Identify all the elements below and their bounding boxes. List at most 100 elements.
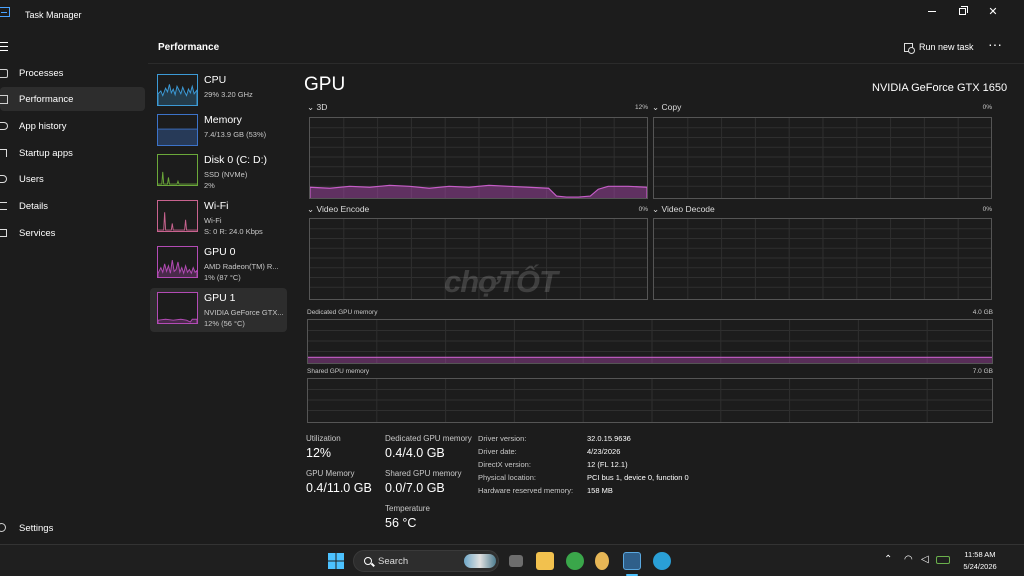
engine-label: Video Encode — [316, 204, 370, 214]
dedicated-memory-graph — [307, 319, 993, 364]
battery-icon[interactable] — [936, 556, 950, 564]
more-options-button[interactable]: ··· — [988, 36, 1002, 52]
physical-location-label: Physical location: — [478, 473, 536, 482]
sidebar-item-label: Details — [19, 200, 49, 212]
chevron-down-icon: ⌄ — [307, 102, 315, 112]
device-gpu-0[interactable]: GPU 0 AMD Radeon(TM) R... 1% (87 °C) — [150, 242, 287, 286]
device-detail: AMD Radeon(TM) R... — [204, 262, 279, 271]
sidebar-item-label: Processes — [19, 67, 64, 79]
device-name: GPU 0 — [204, 246, 236, 258]
disk-thumbnail-graph — [157, 154, 198, 186]
device-name: Wi-Fi — [204, 200, 229, 212]
temperature-value: 56 °C — [385, 516, 417, 530]
browser-icon[interactable] — [566, 552, 584, 570]
engine-label: 3D — [316, 102, 328, 112]
engine-pct: 0% — [638, 206, 648, 213]
engine-label: Video Decode — [661, 204, 715, 214]
sidebar-item-users[interactable]: Users — [0, 167, 145, 191]
sidebar-item-app-history[interactable]: App history — [0, 114, 145, 138]
sidebar-item-label: Settings — [19, 523, 54, 534]
sidebar-item-label: Users — [19, 173, 44, 185]
shared-memory-stat-label: Shared GPU memory — [385, 469, 462, 478]
file-explorer-icon[interactable] — [536, 552, 554, 570]
gear-icon — [0, 523, 6, 532]
engine-video-decode-selector[interactable]: ⌄ Video Decode — [652, 204, 715, 215]
sidebar-item-startup-apps[interactable]: Startup apps — [0, 141, 145, 165]
device-memory[interactable]: Memory 7.4/13.9 GB (53%) — [150, 110, 287, 154]
engine-pct: 12% — [634, 104, 648, 111]
window-title: Task Manager — [25, 10, 82, 20]
shared-memory-graph — [307, 378, 993, 423]
taskbar: Search ⌃ ◠ ◁ 11:58 AM 5/24/2026 — [0, 544, 1024, 576]
device-detail: Wi-Fi — [204, 216, 222, 225]
directx-version-label: DirectX version: — [478, 460, 531, 469]
gpu-memory-value: 0.4/11.0 GB — [306, 481, 372, 495]
clock-date[interactable]: 5/24/2026 — [960, 562, 1000, 571]
device-name: Memory — [204, 114, 242, 126]
chevron-down-icon: ⌄ — [652, 204, 660, 214]
utilization-value: 12% — [306, 446, 332, 460]
gpu1-thumbnail-graph — [157, 292, 198, 324]
task-manager-taskbar-icon[interactable] — [623, 552, 641, 570]
run-new-task-label: Run new task — [919, 42, 974, 52]
run-task-icon — [904, 42, 915, 54]
history-icon — [0, 122, 8, 130]
volume-icon[interactable]: ◁ — [921, 554, 929, 565]
device-detail: NVIDIA GeForce GTX... — [204, 308, 284, 317]
close-button[interactable]: ✕ — [977, 0, 1009, 22]
reserved-memory-value: 158 MB — [587, 486, 613, 495]
device-name: GPU 1 — [204, 292, 236, 304]
clock-time[interactable]: 11:58 AM — [960, 550, 1000, 559]
sidebar: Processes Performance App history Startu… — [0, 30, 148, 544]
sidebar-item-details[interactable]: Details — [0, 194, 145, 218]
windows-logo-icon — [328, 553, 344, 569]
chevron-down-icon: ⌄ — [307, 204, 315, 214]
engine-3d-selector[interactable]: ⌄ 3D — [307, 102, 327, 113]
sidebar-item-performance[interactable]: Performance — [0, 87, 145, 111]
minimize-button[interactable] — [916, 0, 948, 22]
chevron-up-icon[interactable]: ⌃ — [884, 554, 892, 565]
device-name: CPU — [204, 74, 227, 86]
page-header: Performance Run new task ··· — [148, 30, 1024, 64]
sidebar-item-services[interactable]: Services — [0, 221, 145, 245]
engine-video-encode-selector[interactable]: ⌄ Video Encode — [307, 204, 369, 215]
restore-button[interactable] — [946, 0, 978, 22]
memory-thumbnail-graph — [157, 114, 198, 146]
search-highlight-image — [464, 554, 496, 568]
sidebar-item-label: Services — [19, 227, 56, 239]
dedicated-memory-max: 4.0 GB — [972, 309, 993, 316]
search-icon — [364, 557, 372, 565]
engine-copy-selector[interactable]: ⌄ Copy — [652, 102, 681, 113]
taskbar-search[interactable]: Search — [353, 550, 499, 572]
restore-icon — [958, 5, 968, 15]
device-name: Disk 0 (C: D:) — [204, 154, 267, 166]
app-icon[interactable] — [595, 552, 609, 570]
device-detail: SSD (NVMe) — [204, 170, 248, 179]
sidebar-item-processes[interactable]: Processes — [0, 61, 145, 85]
list-icon — [0, 202, 7, 210]
driver-date-label: Driver date: — [478, 447, 517, 456]
device-list: CPU 29% 3.20 GHz Memory 7.4/13.9 GB (53%… — [148, 66, 293, 546]
physical-location-value: PCI bus 1, device 0, function 0 — [587, 473, 689, 482]
task-view-icon[interactable] — [509, 555, 523, 567]
shared-memory-max: 7.0 GB — [972, 368, 993, 375]
search-placeholder: Search — [378, 556, 409, 567]
watermark-logo: chợTỐT — [444, 264, 558, 299]
device-detail: 29% 3.20 GHz — [204, 90, 253, 99]
sidebar-item-settings[interactable]: Settings — [0, 521, 100, 537]
sidebar-item-label: App history — [19, 120, 67, 132]
edge-browser-icon[interactable] — [653, 552, 671, 570]
device-disk-0[interactable]: Disk 0 (C: D:) SSD (NVMe) 2% — [150, 150, 287, 194]
device-cpu[interactable]: CPU 29% 3.20 GHz — [150, 70, 287, 114]
start-button[interactable] — [328, 553, 344, 569]
device-wifi[interactable]: Wi-Fi Wi-Fi S: 0 R: 24.0 Kbps — [150, 196, 287, 240]
wifi-icon[interactable]: ◠ — [904, 554, 913, 565]
engine-video-decode-graph — [653, 218, 992, 300]
hamburger-menu-icon[interactable] — [0, 42, 10, 51]
device-detail-2: 1% (87 °C) — [204, 273, 241, 282]
engine-3d-graph — [309, 117, 648, 199]
grid-icon — [0, 69, 8, 78]
engine-pct: 0% — [982, 206, 992, 213]
device-gpu-1[interactable]: GPU 1 NVIDIA GeForce GTX... 12% (56 °C) — [150, 288, 287, 332]
run-new-task-button[interactable]: Run new task — [904, 38, 974, 56]
